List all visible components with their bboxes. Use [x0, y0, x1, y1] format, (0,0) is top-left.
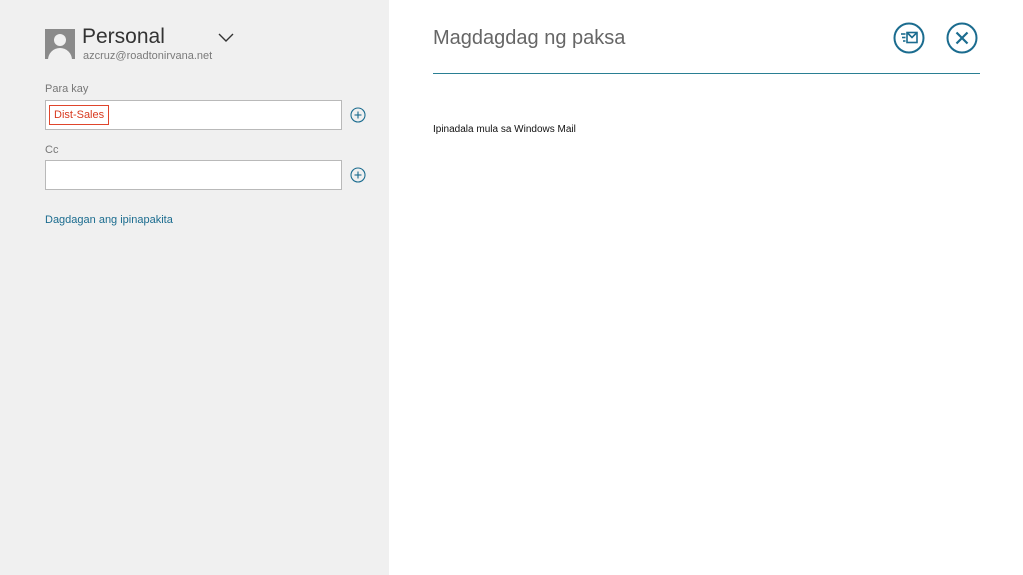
cc-label: Cc: [45, 144, 59, 156]
subject-input[interactable]: Magdagdag ng paksa: [433, 27, 625, 50]
account-name[interactable]: Personal: [82, 24, 165, 50]
close-icon[interactable]: [946, 22, 978, 54]
to-field[interactable]: Dist-Sales: [45, 100, 342, 130]
compose-header-pane: Personal azcruz@roadtonirvana.net Para k…: [0, 0, 389, 575]
to-label: Para kay: [45, 83, 89, 95]
chevron-down-icon[interactable]: [218, 33, 234, 43]
add-cc-recipient-icon[interactable]: [350, 167, 366, 183]
account-avatar: [45, 29, 75, 59]
show-more-link[interactable]: Dagdagan ang ipinapakita: [45, 214, 173, 226]
add-to-recipient-icon[interactable]: [350, 107, 366, 123]
cc-field[interactable]: [45, 160, 342, 190]
recipient-chip[interactable]: Dist-Sales: [49, 105, 110, 125]
subject-divider: [433, 73, 980, 74]
account-email: azcruz@roadtonirvana.net: [83, 50, 213, 62]
message-body[interactable]: Ipinadala mula sa Windows Mail: [433, 124, 576, 135]
send-icon[interactable]: [893, 22, 925, 54]
